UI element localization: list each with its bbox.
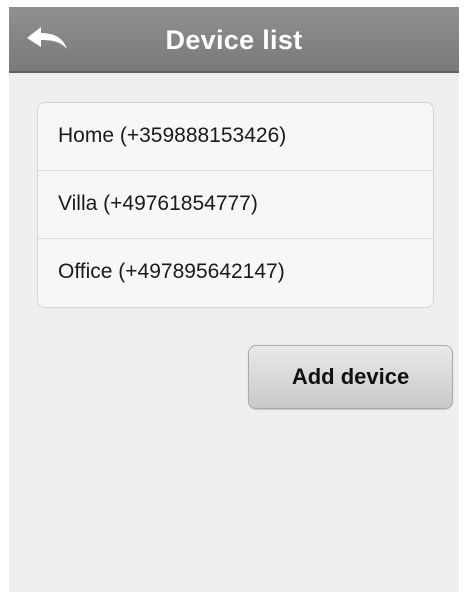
device-item-home[interactable]: Home (+359888153426) bbox=[38, 103, 433, 171]
device-item-office[interactable]: Office (+497895642147) bbox=[38, 239, 433, 307]
device-item-villa[interactable]: Villa (+49761854777) bbox=[38, 171, 433, 239]
app-screen: Device list Home (+359888153426) Villa (… bbox=[9, 7, 459, 592]
page-title: Device list bbox=[165, 25, 303, 55]
header-bar: Device list bbox=[9, 7, 459, 73]
device-list: Home (+359888153426) Villa (+49761854777… bbox=[37, 102, 434, 308]
add-device-button[interactable]: Add device bbox=[248, 345, 453, 409]
